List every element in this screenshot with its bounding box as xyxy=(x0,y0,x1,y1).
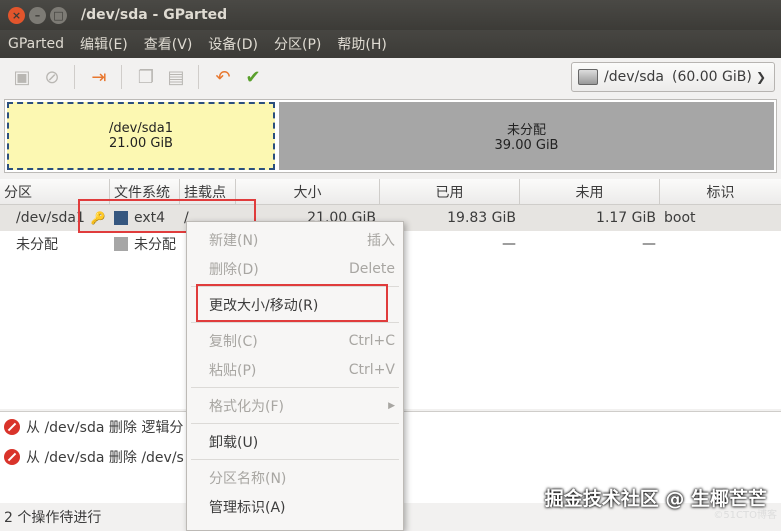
menu-item-format[interactable]: 格式化为(F) ▶ xyxy=(187,391,403,420)
unused: 1.17 GiB xyxy=(596,210,656,226)
menu-bar: GParted 编辑(E) 查看(V) 设备(D) 分区(P) 帮助(H) xyxy=(0,30,781,58)
delete-operation-icon xyxy=(4,449,20,465)
apply-icon[interactable]: ✔ xyxy=(239,63,267,91)
title-bar: × – □ /dev/sda - GParted xyxy=(0,0,781,30)
menu-item-delete[interactable]: 删除(D) Delete xyxy=(187,254,403,283)
toolbar: ▣ ⊘ ⇥ ❐ ▤ ↶ ✔ /dev/sda (60.00 GiB) ❯ xyxy=(0,58,781,96)
partition-name: /dev/sda1 xyxy=(16,210,85,226)
device-selector[interactable]: /dev/sda (60.00 GiB) ❯ xyxy=(571,62,775,92)
segment-name: /dev/sda1 xyxy=(109,121,173,136)
menu-item-label: 粘贴(P) xyxy=(209,362,257,379)
menu-item-label: 新建(N) xyxy=(209,232,259,249)
menu-edit[interactable]: 编辑(E) xyxy=(72,34,136,54)
filesystem: 未分配 xyxy=(134,237,176,253)
menu-item-accel: Delete xyxy=(349,260,395,277)
column-used[interactable]: 已用 xyxy=(380,179,520,204)
menu-item-accel: Ctrl+V xyxy=(348,361,395,378)
menu-item-label: 卸载(U) xyxy=(209,434,259,451)
menu-item-label: 格式化为(F) xyxy=(209,398,284,415)
segment-name: 未分配 xyxy=(506,123,546,138)
column-flags[interactable]: 标识 xyxy=(660,179,781,204)
menu-item-name[interactable]: 分区名称(N) xyxy=(187,463,403,492)
menu-item-label: 分区名称(N) xyxy=(209,470,287,487)
flags xyxy=(660,231,781,257)
fs-color-swatch xyxy=(114,237,128,251)
menu-item-copy[interactable]: 复制(C) Ctrl+C xyxy=(187,326,403,355)
disk-map: /dev/sda1 21.00 GiB 未分配 39.00 GiB xyxy=(4,99,777,173)
unused: — xyxy=(642,236,656,252)
menu-help[interactable]: 帮助(H) xyxy=(329,34,394,54)
partition-name: 未分配 xyxy=(16,237,58,253)
column-unused[interactable]: 未用 xyxy=(520,179,660,204)
context-menu: 新建(N) 插入 删除(D) Delete 更改大小/移动(R) 复制(C) C… xyxy=(186,221,404,531)
menu-item-label: 删除(D) xyxy=(209,261,259,278)
undo-icon[interactable]: ↶ xyxy=(209,63,237,91)
paste-icon[interactable]: ▤ xyxy=(162,63,190,91)
menu-device[interactable]: 设备(D) xyxy=(200,34,266,54)
maximize-button[interactable]: □ xyxy=(50,6,67,24)
disk-map-unallocated[interactable]: 未分配 39.00 GiB xyxy=(279,102,774,170)
menu-item-label: 复制(C) xyxy=(209,333,258,350)
menu-item-new[interactable]: 新建(N) 插入 xyxy=(187,225,403,254)
close-button[interactable]: × xyxy=(8,6,25,24)
watermark-small: ©51CTO博客 xyxy=(713,510,777,521)
menu-partition[interactable]: 分区(P) xyxy=(266,34,329,54)
chevron-down-icon: ❯ xyxy=(755,70,766,84)
toolbar-separator xyxy=(121,65,122,89)
delete-icon[interactable]: ⊘ xyxy=(38,63,66,91)
flags: boot xyxy=(664,210,696,226)
window-title: /dev/sda - GParted xyxy=(81,7,228,23)
column-size[interactable]: 大小 xyxy=(236,179,380,204)
disk-map-partition-sda1[interactable]: /dev/sda1 21.00 GiB xyxy=(6,101,276,171)
resize-move-icon[interactable]: ⇥ xyxy=(85,63,113,91)
menu-item-manage-flags[interactable]: 管理标识(A) xyxy=(187,492,403,521)
menu-item-accel: Ctrl+C xyxy=(348,332,395,349)
operation-text: 从 /dev/sda 删除 /dev/s xyxy=(26,450,184,466)
delete-operation-icon xyxy=(4,419,20,435)
menu-separator xyxy=(191,322,399,323)
menu-gparted[interactable]: GParted xyxy=(0,36,72,52)
menu-item-accel: 插入 xyxy=(367,232,395,249)
submenu-arrow-icon: ▶ xyxy=(388,400,395,411)
status-text: 2 个操作待进行 xyxy=(4,510,102,526)
operation-text: 从 /dev/sda 删除 逻辑分 xyxy=(26,420,184,436)
menu-item-unmount[interactable]: 卸载(U) xyxy=(187,427,403,456)
menu-separator xyxy=(191,459,399,460)
menu-view[interactable]: 查看(V) xyxy=(136,34,201,54)
device-size: (60.00 GiB) xyxy=(671,69,752,85)
menu-item-paste[interactable]: 粘贴(P) Ctrl+V xyxy=(187,355,403,384)
menu-item-label: 管理标识(A) xyxy=(209,499,286,516)
menu-separator xyxy=(191,423,399,424)
new-partition-icon[interactable]: ▣ xyxy=(8,63,36,91)
highlight-box xyxy=(196,284,388,322)
segment-size: 39.00 GiB xyxy=(494,138,559,153)
toolbar-separator xyxy=(198,65,199,89)
minimize-button[interactable]: – xyxy=(29,6,46,24)
device-name: /dev/sda xyxy=(604,69,664,85)
toolbar-separator xyxy=(74,65,75,89)
disk-icon xyxy=(578,69,598,85)
menu-separator xyxy=(191,387,399,388)
segment-size: 21.00 GiB xyxy=(109,136,173,151)
copy-icon[interactable]: ❐ xyxy=(132,63,160,91)
